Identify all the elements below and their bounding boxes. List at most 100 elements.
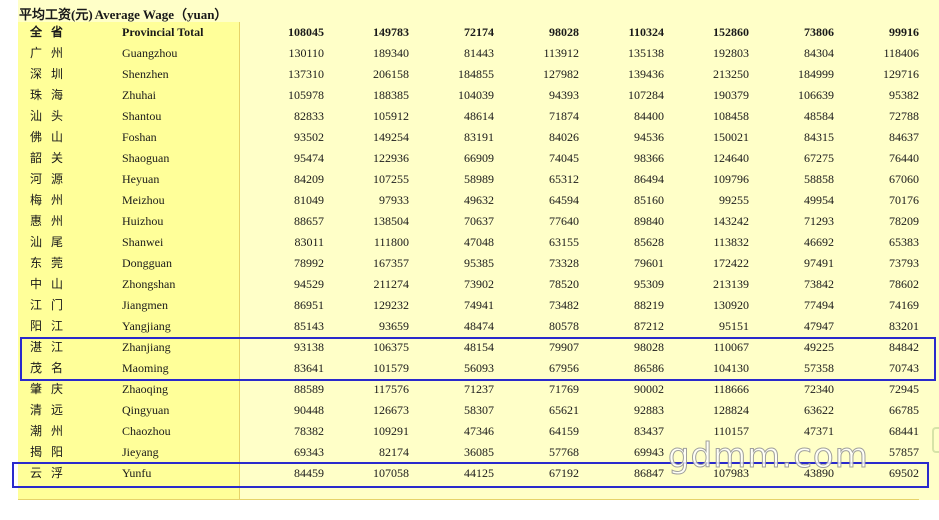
wage-value-cell: 65383 — [889, 235, 919, 249]
wage-value-cell: 150021 — [713, 130, 749, 144]
region-name-cn: 汕头 — [30, 109, 73, 123]
wage-value-cell: 149254 — [373, 130, 409, 144]
region-name-en: Heyuan — [122, 172, 160, 186]
wage-value-cell: 70637 — [464, 214, 494, 228]
wage-value-cell: 152860 — [713, 25, 749, 39]
wage-value-cell: 109291 — [373, 424, 409, 438]
wage-value-cell: 129232 — [373, 298, 409, 312]
region-name-en: Foshan — [122, 130, 157, 144]
wage-value-cell: 82174 — [379, 445, 409, 459]
wage-value-cell: 71237 — [464, 382, 494, 396]
region-name-cn: 潮州 — [30, 424, 73, 438]
wage-value-cell: 57768 — [549, 445, 579, 459]
region-name-en: Jieyang — [122, 445, 159, 459]
wage-value-cell: 84459 — [294, 466, 324, 480]
region-name-cn: 湛江 — [30, 340, 73, 354]
region-name-cn: 中山 — [30, 277, 73, 291]
region-name-cn: 深圳 — [30, 67, 73, 81]
table-row: 汕头 Shantou 82833 105912 48614 71874 84400 10845… — [18, 106, 920, 127]
wage-value-cell: 83011 — [294, 235, 324, 249]
wage-value-cell: 58858 — [804, 172, 834, 186]
wage-value-cell: 99916 — [889, 25, 919, 39]
wage-value-cell: 84304 — [804, 46, 834, 60]
wage-value-cell: 107284 — [628, 88, 664, 102]
table-row: 湛江 Zhanjiang 93138 106375 48154 79907 98028 110… — [18, 337, 920, 358]
wage-value-cell: 94529 — [294, 277, 324, 291]
table-row: 茂名 Maoming 83641 101579 56093 67956 86586 10413… — [18, 358, 920, 379]
wage-value-cell: 126673 — [373, 403, 409, 417]
table-title-cn: 平均工资(元) — [19, 7, 93, 22]
wage-value-cell: 47346 — [464, 424, 494, 438]
region-name-cn: 清远 — [30, 403, 73, 417]
region-name-en: Zhongshan — [122, 277, 176, 291]
wage-value-cell: 73793 — [889, 256, 919, 270]
wage-value-cell: 128824 — [713, 403, 749, 417]
wage-value-cell: 72174 — [464, 25, 494, 39]
wage-value-cell: 84209 — [294, 172, 324, 186]
wage-value-cell: 107255 — [373, 172, 409, 186]
wage-value-cell: 71874 — [549, 109, 579, 123]
wage-value-cell: 69343 — [294, 445, 324, 459]
wage-value-cell: 83641 — [294, 361, 324, 375]
wage-value-cell: 95382 — [889, 88, 919, 102]
wage-value-cell: 118406 — [883, 46, 919, 60]
wage-value-cell: 77640 — [549, 214, 579, 228]
region-name-cn: 揭阳 — [30, 445, 73, 459]
table-row: 惠州 Huizhou 88657 138504 70637 77640 89840 14324… — [18, 211, 920, 232]
wage-value-cell: 36085 — [464, 445, 494, 459]
wage-value-cell: 99255 — [719, 193, 749, 207]
region-name-cn: 汕尾 — [30, 235, 73, 249]
wage-value-cell: 211274 — [373, 277, 409, 291]
wage-value-cell: 73328 — [549, 256, 579, 270]
wage-value-cell: 76440 — [889, 151, 919, 165]
wage-value-cell: 73842 — [804, 277, 834, 291]
wage-value-cell: 65312 — [549, 172, 579, 186]
wage-value-cell: 56093 — [464, 361, 494, 375]
wage-value-cell: 113912 — [543, 46, 579, 60]
wage-value-cell: 105912 — [373, 109, 409, 123]
region-name-en: Zhuhai — [122, 88, 156, 102]
wage-value-cell: 77494 — [804, 298, 834, 312]
table-row-total: 全省 Provincial Total 108045 149783 72174 98028… — [18, 22, 920, 43]
wage-value-cell: 67956 — [549, 361, 579, 375]
table-row: 江门 Jiangmen 86951 129232 74941 73482 88219 1309… — [18, 295, 920, 316]
wage-value-cell: 58307 — [464, 403, 494, 417]
wage-value-cell: 73482 — [549, 298, 579, 312]
wage-value-cell: 127982 — [543, 67, 579, 81]
wage-value-cell: 72788 — [889, 109, 919, 123]
table-row: 深圳 Shenzhen 137310 206158 184855 127982 139436… — [18, 64, 920, 85]
wage-table: 全省 Provincial Total 108045 149783 72174 98028… — [18, 22, 920, 484]
wage-value-cell: 63155 — [549, 235, 579, 249]
wage-value-cell: 93138 — [294, 340, 324, 354]
wage-value-cell: 67275 — [804, 151, 834, 165]
wage-value-cell: 83437 — [634, 424, 664, 438]
wage-value-cell: 83201 — [889, 319, 919, 333]
wage-value-cell: 80578 — [549, 319, 579, 333]
wage-value-cell: 92883 — [634, 403, 664, 417]
wage-value-cell: 48154 — [464, 340, 494, 354]
wage-value-cell: 78992 — [294, 256, 324, 270]
wage-value-cell: 69943 — [634, 445, 664, 459]
table-title-en: Average Wage（yuan） — [94, 7, 228, 22]
region-name-en: Zhanjiang — [122, 340, 171, 354]
wage-value-cell: 90448 — [294, 403, 324, 417]
wage-value-cell: 101579 — [373, 361, 409, 375]
bottom-divider — [18, 499, 919, 500]
wage-value-cell: 49632 — [464, 193, 494, 207]
wage-value-cell: 104130 — [713, 361, 749, 375]
region-name-cn: 河源 — [30, 172, 73, 186]
watermark: gdmm.com — [668, 436, 869, 477]
wage-value-cell: 58989 — [464, 172, 494, 186]
region-name-en: Huizhou — [122, 214, 164, 228]
wage-value-cell: 78520 — [549, 277, 579, 291]
wage-value-cell: 67192 — [549, 466, 579, 480]
wage-value-cell: 72945 — [889, 382, 919, 396]
wage-value-cell: 64159 — [549, 424, 579, 438]
wage-value-cell: 94536 — [634, 130, 664, 144]
region-name-cn: 肇庆 — [30, 382, 73, 396]
region-name-cn: 梅州 — [30, 193, 73, 207]
wage-value-cell: 63622 — [804, 403, 834, 417]
region-name-cn: 珠海 — [30, 88, 73, 102]
wage-value-cell: 74169 — [889, 298, 919, 312]
wage-value-cell: 49225 — [804, 340, 834, 354]
